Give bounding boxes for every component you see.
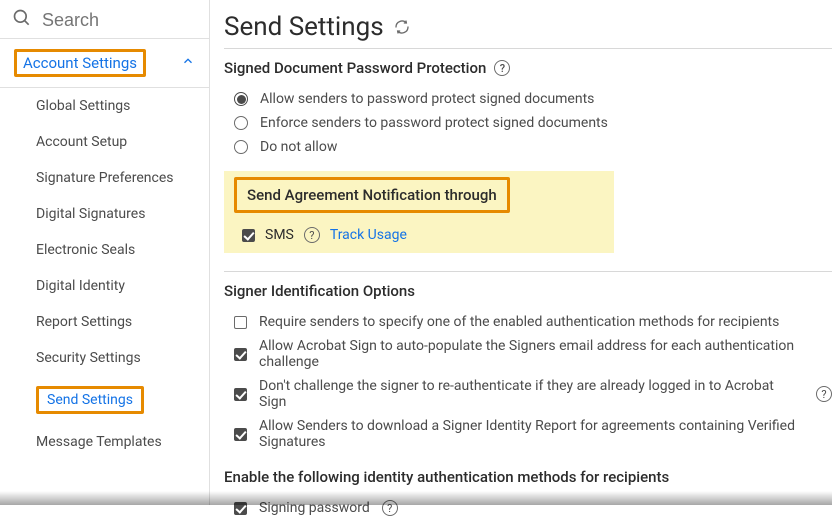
search-icon [12, 8, 32, 32]
radio-label: Allow senders to password protect signed… [260, 91, 594, 107]
nav-item-account-setup[interactable]: Account Setup [0, 124, 209, 160]
section-notification-title: Send Agreement Notification through [247, 186, 497, 204]
nav-section-label: Account Settings [23, 54, 137, 72]
checkbox-require-auth[interactable]: Require senders to specify one of the en… [224, 310, 832, 334]
checkbox-sms-label: SMS [265, 227, 294, 243]
radio-enforce-password[interactable]: Enforce senders to password protect sign… [224, 111, 832, 135]
nav-section-account-settings[interactable]: Account Settings [0, 38, 209, 88]
help-icon[interactable]: ? [494, 60, 510, 76]
radio-icon [234, 92, 248, 106]
search-field[interactable] [0, 0, 209, 38]
sms-row: SMS ? Track Usage [234, 227, 604, 243]
track-usage-link[interactable]: Track Usage [330, 227, 407, 243]
nav-item-security-settings[interactable]: Security Settings [0, 340, 209, 376]
nav-item-global-settings[interactable]: Global Settings [0, 88, 209, 124]
checkbox-label: Signing password [259, 500, 370, 516]
nav-item-message-templates[interactable]: Message Templates [0, 424, 209, 460]
radio-allow-password[interactable]: Allow senders to password protect signed… [224, 87, 832, 111]
main-content: Send Settings Signed Document Password P… [210, 0, 832, 505]
help-icon[interactable]: ? [304, 227, 320, 243]
refresh-icon[interactable] [394, 12, 410, 42]
checkbox-dont-challenge[interactable]: Don't challenge the signer to re-authent… [224, 374, 832, 414]
chevron-up-icon [181, 54, 195, 72]
checkbox-label: Allow Senders to download a Signer Ident… [259, 418, 832, 450]
nav-item-digital-signatures[interactable]: Digital Signatures [0, 196, 209, 232]
checkbox-download-report[interactable]: Allow Senders to download a Signer Ident… [224, 414, 832, 454]
nav-item-signature-preferences[interactable]: Signature Preferences [0, 160, 209, 196]
nav-item-label: Send Settings [47, 392, 133, 408]
page-title: Send Settings [224, 12, 832, 42]
section-signer-id-heading: Signer Identification Options [224, 282, 832, 300]
checkbox-icon [234, 502, 247, 515]
checkbox-label: Allow Acrobat Sign to auto-populate the … [259, 338, 832, 370]
checkbox-icon [234, 348, 247, 361]
nav-item-electronic-seals[interactable]: Electronic Seals [0, 232, 209, 268]
highlight-send-settings: Send Settings [36, 386, 144, 414]
nav-item-report-settings[interactable]: Report Settings [0, 304, 209, 340]
checkbox-signing-password[interactable]: Signing password ? [224, 496, 832, 520]
sidebar: Account Settings Global Settings Account… [0, 0, 210, 505]
nav-list: Global Settings Account Setup Signature … [0, 88, 209, 460]
checkbox-label: Don't challenge the signer to re-authent… [259, 378, 804, 410]
highlight-notification-heading: Send Agreement Notification through [234, 177, 510, 213]
divider [224, 271, 832, 272]
radio-do-not-allow[interactable]: Do not allow [224, 135, 832, 159]
section-auth-methods-title: Enable the following identity authentica… [224, 468, 669, 486]
section-password-heading: Signed Document Password Protection ? [224, 59, 832, 77]
checkbox-icon [234, 428, 247, 441]
notification-block: Send Agreement Notification through SMS … [224, 171, 614, 253]
search-input[interactable] [40, 9, 170, 32]
radio-label: Enforce senders to password protect sign… [260, 115, 608, 131]
nav-item-send-settings[interactable]: Send Settings [0, 376, 209, 424]
checkbox-sms[interactable] [242, 229, 255, 242]
radio-icon [234, 140, 248, 154]
checkbox-auto-populate[interactable]: Allow Acrobat Sign to auto-populate the … [224, 334, 832, 374]
section-auth-methods-heading: Enable the following identity authentica… [224, 468, 832, 486]
section-password-title: Signed Document Password Protection [224, 59, 486, 77]
page-title-text: Send Settings [224, 12, 384, 42]
highlight-account-settings: Account Settings [14, 49, 146, 77]
help-icon[interactable]: ? [816, 386, 832, 402]
radio-icon [234, 116, 248, 130]
divider [224, 48, 832, 49]
checkbox-icon [234, 316, 247, 329]
checkbox-icon [234, 388, 247, 401]
section-signer-id-title: Signer Identification Options [224, 282, 415, 300]
help-icon[interactable]: ? [382, 500, 398, 516]
checkbox-label: Require senders to specify one of the en… [259, 314, 779, 330]
nav-item-digital-identity[interactable]: Digital Identity [0, 268, 209, 304]
radio-label: Do not allow [260, 139, 337, 155]
